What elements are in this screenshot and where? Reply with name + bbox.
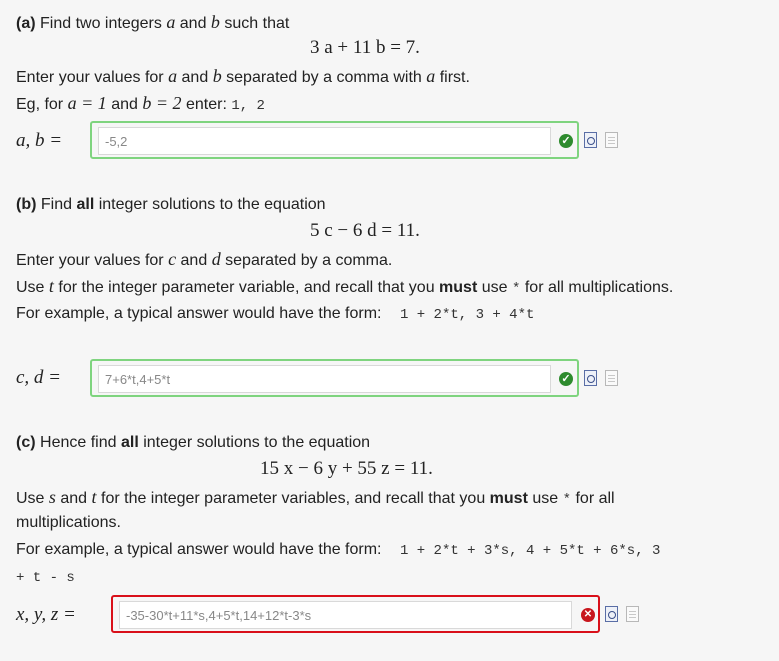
part-c-label: (c) xyxy=(16,434,36,451)
part-a-example: Eg, for a = 1 and b = 2 enter: 1, 2 xyxy=(16,93,265,116)
part-c-answer-label: x, y, z = xyxy=(16,604,76,625)
star-code: * xyxy=(511,281,521,297)
notes-icon[interactable] xyxy=(626,606,639,622)
part-b-label: (b) xyxy=(16,196,37,213)
and-text: and xyxy=(111,96,138,113)
check-circle-icon: ✓ xyxy=(559,372,573,386)
part-b-use-instructions: Use t for the integer parameter variable… xyxy=(16,276,673,299)
var-a: a xyxy=(426,66,436,86)
prompt-bold: all xyxy=(76,196,95,213)
use-text: Use xyxy=(16,279,45,296)
part-b-prompt: (b) Find all integer solutions to the eq… xyxy=(16,195,326,215)
var-a: a xyxy=(166,12,176,32)
instr-text: separated by a comma. xyxy=(225,252,393,269)
example-text: For example, a typical answer would have… xyxy=(16,305,382,322)
part-b-instructions: Enter your values for c and d separated … xyxy=(16,249,392,271)
prompt-bold: all xyxy=(120,434,139,451)
prompt-text: integer solutions to the equation xyxy=(143,434,371,451)
var-d: d xyxy=(211,249,221,269)
part-c-equation: 15 x − 6 y + 55 z = 11. xyxy=(260,458,433,479)
use-text: for all xyxy=(575,490,615,507)
example-code: 1 + 2*t, 3 + 4*t xyxy=(399,307,535,323)
part-a-prompt-text: Find two integers xyxy=(40,15,162,32)
part-b-example: For example, a typical answer would have… xyxy=(16,304,534,325)
part-c-answer-input[interactable] xyxy=(119,601,572,629)
and-text: and xyxy=(60,490,88,507)
prompt-text: Find xyxy=(40,196,73,213)
use-bold: must xyxy=(439,279,478,296)
validate-icon[interactable] xyxy=(605,606,618,622)
eg-text: enter: xyxy=(185,96,227,113)
such-that-text: such that xyxy=(224,15,290,32)
instr-text: Enter your values for xyxy=(16,252,164,269)
eg-text: Eg, for xyxy=(16,96,64,113)
prompt-text: integer solutions to the equation xyxy=(98,196,326,213)
validate-icon[interactable] xyxy=(584,370,597,386)
part-c-example: For example, a typical answer would have… xyxy=(16,540,660,561)
use-text: use xyxy=(481,279,508,296)
part-b-answer-input[interactable] xyxy=(98,365,551,393)
validate-icon[interactable] xyxy=(584,132,597,148)
part-a-answer-label: a, b = xyxy=(16,130,63,151)
part-a-label: (a) xyxy=(16,15,36,32)
use-text: for the integer parameter variable, and … xyxy=(58,279,435,296)
part-c-use-instructions: Use s and t for the integer parameter va… xyxy=(16,487,615,510)
part-c-prompt: (c) Hence find all integer solutions to … xyxy=(16,433,370,453)
var-t: t xyxy=(91,487,97,507)
use-text: use xyxy=(532,490,559,507)
use-text: for the integer parameter variables, and… xyxy=(101,490,486,507)
check-circle-icon: ✓ xyxy=(559,134,573,148)
var-t: t xyxy=(48,276,54,296)
use-text: Use xyxy=(16,490,45,507)
var-a: a xyxy=(168,66,178,86)
part-b-equation: 5 c − 6 d = 11. xyxy=(310,220,420,241)
part-a-instructions: Enter your values for a and b separated … xyxy=(16,66,470,88)
var-b: b xyxy=(210,12,220,32)
cross-circle-icon: ✕ xyxy=(581,608,595,622)
eg-b-value: b = 2 xyxy=(142,93,182,113)
var-s: s xyxy=(48,487,56,507)
and-text: and xyxy=(180,252,208,269)
example-text: For example, a typical answer would have… xyxy=(16,541,382,558)
eg-a-value: a = 1 xyxy=(67,93,107,113)
part-a-equation: 3 a + 11 b = 7. xyxy=(310,37,420,58)
notes-icon[interactable] xyxy=(605,370,618,386)
var-c: c xyxy=(168,249,177,269)
use-bold: must xyxy=(489,490,528,507)
example-code: 1 + 2*t + 3*s, 4 + 5*t + 6*s, 3 xyxy=(399,543,661,559)
part-b-answer-box xyxy=(90,359,579,397)
instr-text: first. xyxy=(439,69,470,86)
and-text: and xyxy=(181,69,209,86)
eg-code: 1, 2 xyxy=(231,98,265,114)
part-a-answer-box xyxy=(90,121,579,159)
star-code: * xyxy=(562,492,572,508)
notes-icon[interactable] xyxy=(605,132,618,148)
instr-text: Enter your values for xyxy=(16,69,164,86)
part-c-answer-box xyxy=(111,595,600,633)
part-a-answer-input[interactable] xyxy=(98,127,551,155)
prompt-text: Hence find xyxy=(40,434,117,451)
part-c-example-line2: + t - s xyxy=(16,567,75,588)
instr-text: separated by a comma with xyxy=(226,69,422,86)
part-c-use-line2: multiplications. xyxy=(16,514,121,531)
example-code: + t - s xyxy=(16,570,75,586)
use-text: for all multiplications. xyxy=(524,279,674,296)
var-b: b xyxy=(212,66,222,86)
part-a-prompt: (a) Find two integers a and b such that xyxy=(16,12,289,34)
part-b-answer-label: c, d = xyxy=(16,367,62,388)
and-text: and xyxy=(179,15,207,32)
